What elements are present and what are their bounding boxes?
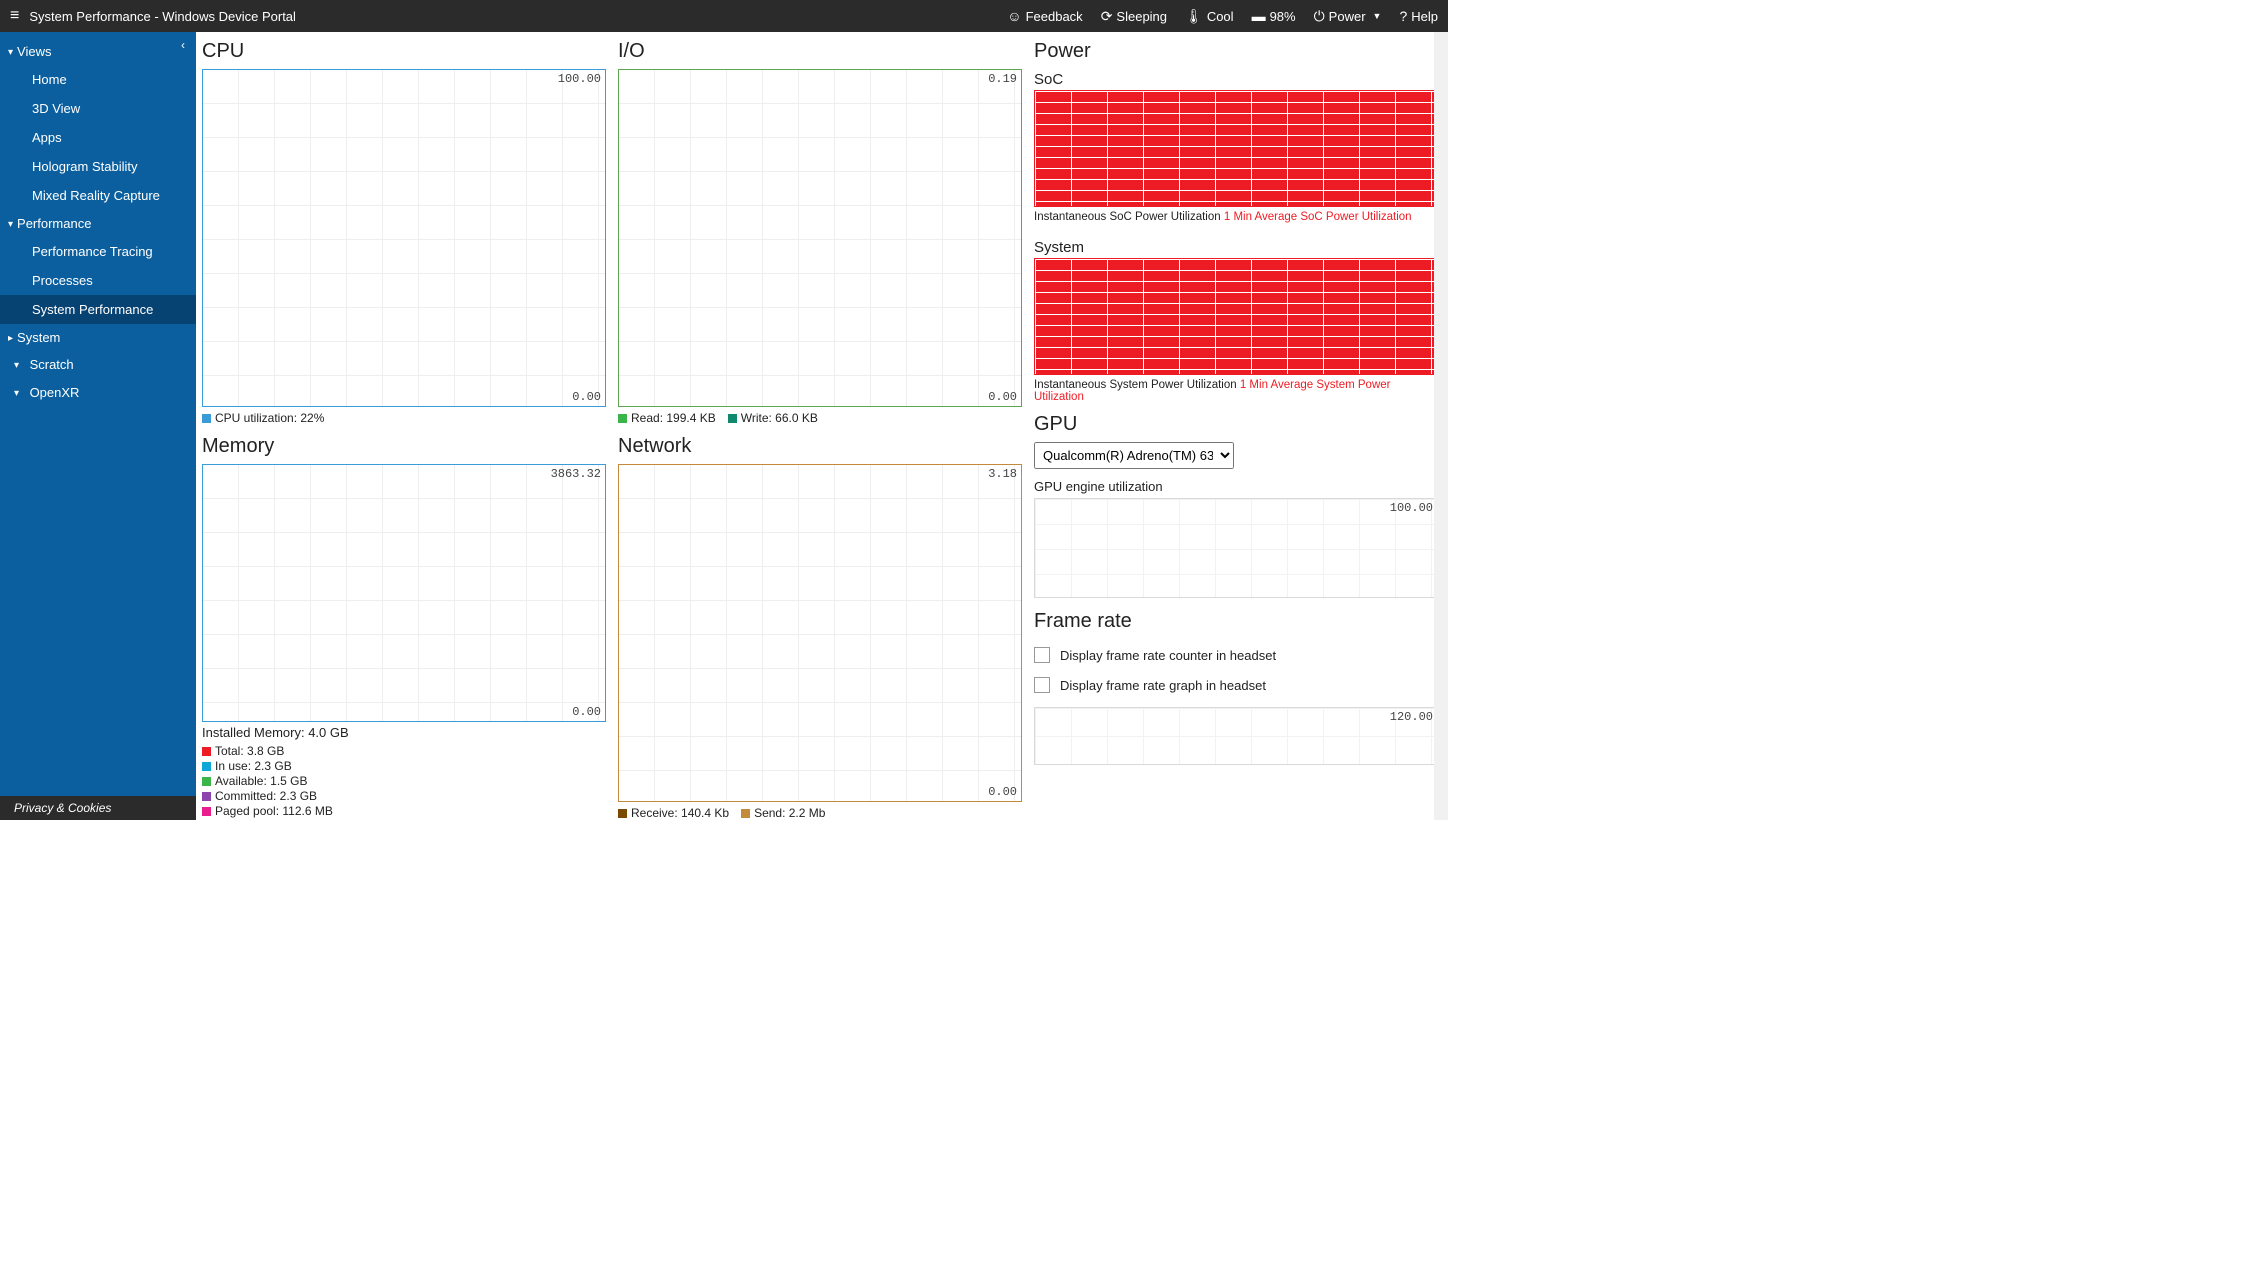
network-chart: 3.18 0.00	[618, 464, 1022, 802]
power-soc-title: SoC	[1034, 71, 1438, 88]
page-title: System Performance - Windows Device Port…	[29, 9, 296, 24]
hamburger-icon[interactable]: ≡	[10, 7, 19, 25]
chevron-down-icon: ▼	[1373, 12, 1382, 21]
gpu-panel: GPU Qualcomm(R) Adreno(TM) 630 GPU GPU e…	[1034, 409, 1438, 598]
nav-item-performance-tracing[interactable]: Performance Tracing	[0, 237, 196, 266]
memory-installed: Installed Memory: 4.0 GB	[202, 725, 606, 740]
framerate-counter-checkbox[interactable]	[1034, 647, 1050, 663]
thermal-status[interactable]: 🌡Cool	[1185, 9, 1234, 24]
nav-item-openxr[interactable]: ▸OpenXR	[0, 379, 196, 407]
cpu-title: CPU	[202, 40, 606, 63]
power-icon: ⏻	[1314, 9, 1325, 23]
cpu-panel: CPU 100.00 0.00 CPU utilization: 22%	[202, 36, 606, 425]
feedback-label: Feedback	[1026, 9, 1083, 24]
thermometer-icon: 🌡	[1185, 9, 1203, 23]
power-system-chart	[1034, 258, 1438, 375]
framerate-graph-checkbox[interactable]	[1034, 677, 1050, 693]
memory-legend: Total: 3.8 GB In use: 2.3 GB Available: …	[202, 744, 606, 820]
sidebar: ‹ Views Home 3D View Apps Hologram Stabi…	[0, 32, 196, 820]
gpu-chart: 100.00	[1034, 498, 1438, 598]
clock-icon: ⟳	[1101, 9, 1113, 23]
smiley-icon: ☺	[1007, 9, 1021, 23]
power-system-title: System	[1034, 239, 1438, 256]
power-soc-legend: Instantaneous SoC Power Utilization 1 Mi…	[1034, 211, 1438, 223]
framerate-graph-label: Display frame rate graph in headset	[1060, 678, 1266, 693]
nav-item-system-performance[interactable]: System Performance	[0, 295, 196, 324]
framerate-counter-row[interactable]: Display frame rate counter in headset	[1034, 647, 1438, 663]
network-panel: Network 3.18 0.00 Receive: 140.4 Kb Send…	[618, 431, 1022, 820]
battery-status[interactable]: ▬98%	[1252, 9, 1296, 24]
nav-item-hologram-stability[interactable]: Hologram Stability	[0, 152, 196, 181]
framerate-ymax: 120.00	[1390, 710, 1433, 724]
power-soc-chart	[1034, 90, 1438, 207]
io-title: I/O	[618, 40, 1022, 63]
top-bar: ≡ System Performance - Windows Device Po…	[0, 0, 1448, 32]
framerate-graph-row[interactable]: Display frame rate graph in headset	[1034, 677, 1438, 693]
framerate-panel: Frame rate Display frame rate counter in…	[1034, 598, 1438, 765]
network-legend: Receive: 140.4 Kb Send: 2.2 Mb	[618, 806, 1022, 820]
network-ymax: 3.18	[988, 467, 1017, 481]
sidebar-collapse-icon[interactable]: ‹	[178, 38, 188, 52]
memory-title: Memory	[202, 435, 606, 458]
help-icon: ?	[1399, 9, 1407, 23]
io-ymin: 0.00	[988, 390, 1017, 404]
network-title: Network	[618, 435, 1022, 458]
nav-item-processes[interactable]: Processes	[0, 266, 196, 295]
framerate-counter-label: Display frame rate counter in headset	[1060, 648, 1276, 663]
framerate-title: Frame rate	[1034, 610, 1438, 633]
nav-group-views[interactable]: Views	[0, 38, 196, 65]
gpu-ymax: 100.00	[1390, 501, 1433, 515]
memory-ymin: 0.00	[572, 705, 601, 719]
gpu-title: GPU	[1034, 413, 1438, 436]
network-ymin: 0.00	[988, 785, 1017, 799]
privacy-cookies-link[interactable]: Privacy & Cookies	[0, 796, 196, 820]
battery-icon: ▬	[1252, 9, 1266, 23]
io-ymax: 0.19	[988, 72, 1017, 86]
nav-item-3d-view[interactable]: 3D View	[0, 94, 196, 123]
nav-group-performance[interactable]: Performance	[0, 210, 196, 237]
memory-ymax: 3863.32	[551, 467, 601, 481]
cpu-ymax: 100.00	[558, 72, 601, 86]
sleeping-status[interactable]: ⟳Sleeping	[1101, 9, 1167, 24]
nav-item-apps[interactable]: Apps	[0, 123, 196, 152]
gpu-select[interactable]: Qualcomm(R) Adreno(TM) 630 GPU	[1034, 442, 1234, 469]
cpu-chart: 100.00 0.00	[202, 69, 606, 407]
nav-item-mixed-reality-capture[interactable]: Mixed Reality Capture	[0, 181, 196, 210]
memory-panel: Memory 3863.32 0.00 Installed Memory: 4.…	[202, 431, 606, 820]
framerate-chart: 120.00	[1034, 707, 1438, 765]
main-content: CPU 100.00 0.00 CPU utilization: 22% Mem…	[196, 32, 1448, 820]
gpu-utilization-label: GPU engine utilization	[1034, 479, 1438, 494]
feedback-button[interactable]: ☺ Feedback	[1007, 9, 1082, 24]
power-menu[interactable]: ⏻Power▼	[1314, 9, 1382, 24]
cpu-legend: CPU utilization: 22%	[202, 411, 606, 425]
nav-item-home[interactable]: Home	[0, 65, 196, 94]
nav-group-system[interactable]: System	[0, 324, 196, 351]
io-legend: Read: 199.4 KB Write: 66.0 KB	[618, 411, 1022, 425]
io-panel: I/O 0.19 0.00 Read: 199.4 KB Write: 66.0…	[618, 36, 1022, 425]
memory-chart: 3863.32 0.00	[202, 464, 606, 722]
io-chart: 0.19 0.00	[618, 69, 1022, 407]
scrollbar[interactable]	[1434, 32, 1448, 820]
power-panel: Power SoC Instantaneous SoC Power Utiliz…	[1034, 36, 1438, 403]
cpu-ymin: 0.00	[572, 390, 601, 404]
help-button[interactable]: ?Help	[1399, 9, 1438, 24]
power-system-legend: Instantaneous System Power Utilization 1…	[1034, 379, 1438, 403]
power-title: Power	[1034, 40, 1438, 63]
nav-item-scratch[interactable]: ▸Scratch	[0, 351, 196, 379]
